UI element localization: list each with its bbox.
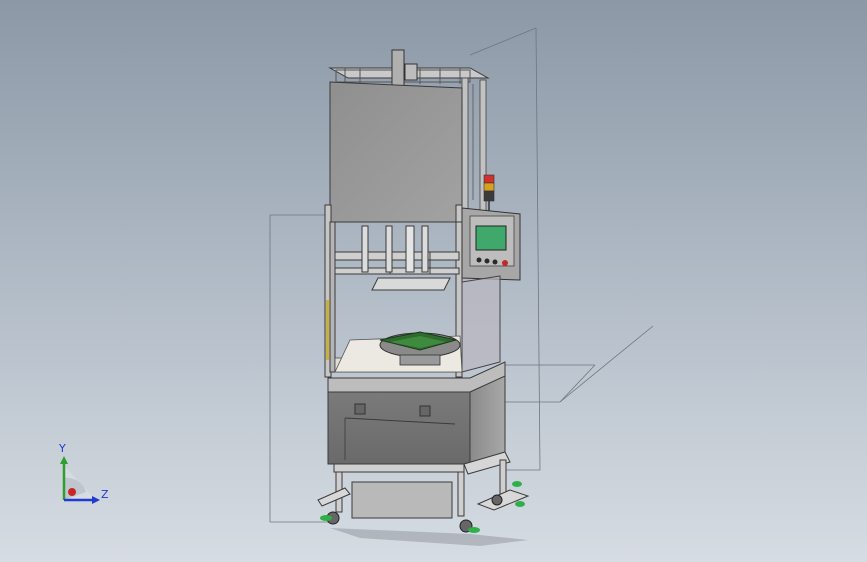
floor-shadow xyxy=(330,528,528,546)
hmi-stop-button[interactable] xyxy=(502,260,508,266)
lower-cabinet xyxy=(327,361,506,471)
hmi-screen[interactable] xyxy=(475,225,507,251)
triad-z-label: Z xyxy=(101,488,109,501)
triad-y-label: Y xyxy=(59,442,66,455)
machine-3d-model[interactable] xyxy=(0,0,867,562)
hmi-button-2[interactable] xyxy=(484,258,490,264)
coordinate-triad-icon xyxy=(60,456,100,504)
hmi-control-panel[interactable] xyxy=(461,207,521,281)
side-guard-panel xyxy=(461,275,501,373)
hmi-button-1[interactable] xyxy=(476,257,482,263)
top-cover-panel xyxy=(329,81,463,223)
cad-viewport[interactable]: Y Z xyxy=(0,0,867,562)
hmi-button-3[interactable] xyxy=(492,259,498,265)
